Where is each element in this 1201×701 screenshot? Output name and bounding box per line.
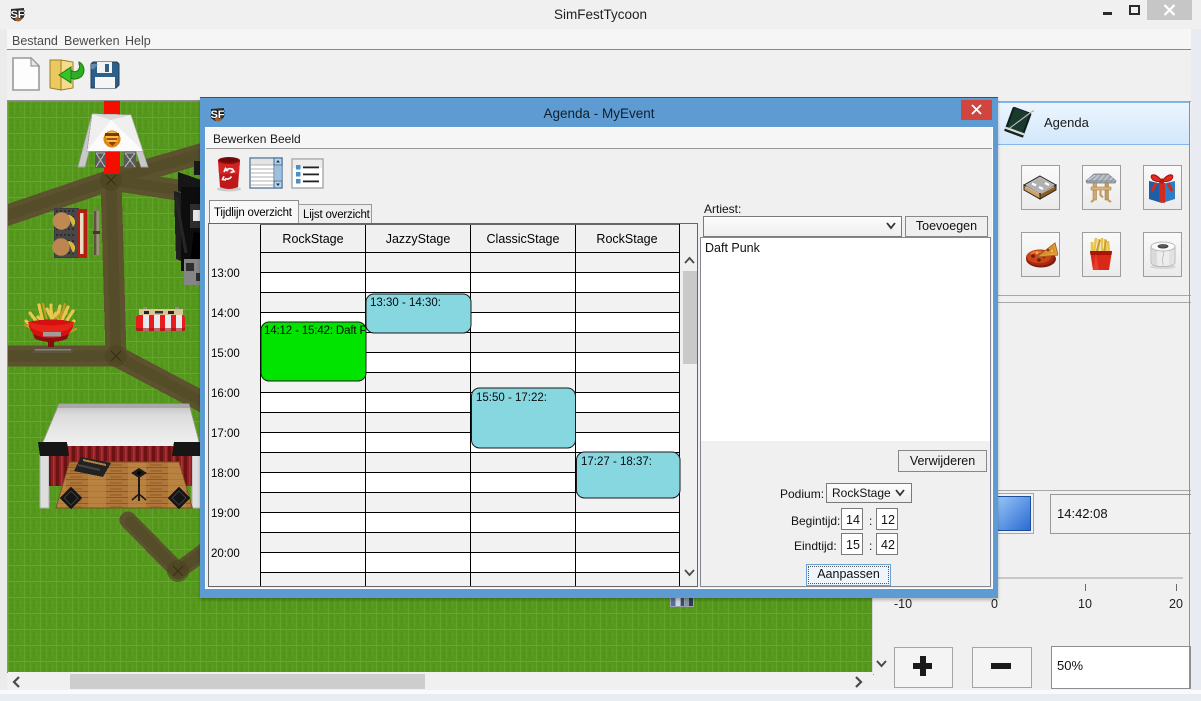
svg-text:13:30 - 14:30:: 13:30 - 14:30: — [370, 297, 441, 309]
svg-text:15:00: 15:00 — [211, 348, 240, 360]
svg-text:RockStage: RockStage — [282, 232, 343, 246]
svg-text:18:00: 18:00 — [211, 468, 240, 480]
svg-text:RockStage: RockStage — [596, 232, 657, 246]
svg-text:15:50 - 17:22:: 15:50 - 17:22: — [476, 392, 547, 404]
svg-text:19:00: 19:00 — [211, 508, 240, 520]
svg-text:ClassicStage: ClassicStage — [487, 232, 560, 246]
svg-text:17:00: 17:00 — [211, 428, 240, 440]
svg-text:13:00: 13:00 — [211, 268, 240, 280]
svg-text:17:27 - 18:37:: 17:27 - 18:37: — [581, 456, 652, 468]
svg-text:16:00: 16:00 — [211, 388, 240, 400]
svg-text:14:00: 14:00 — [211, 308, 240, 320]
svg-text:JazzyStage: JazzyStage — [386, 232, 451, 246]
svg-text:20:00: 20:00 — [211, 548, 240, 560]
